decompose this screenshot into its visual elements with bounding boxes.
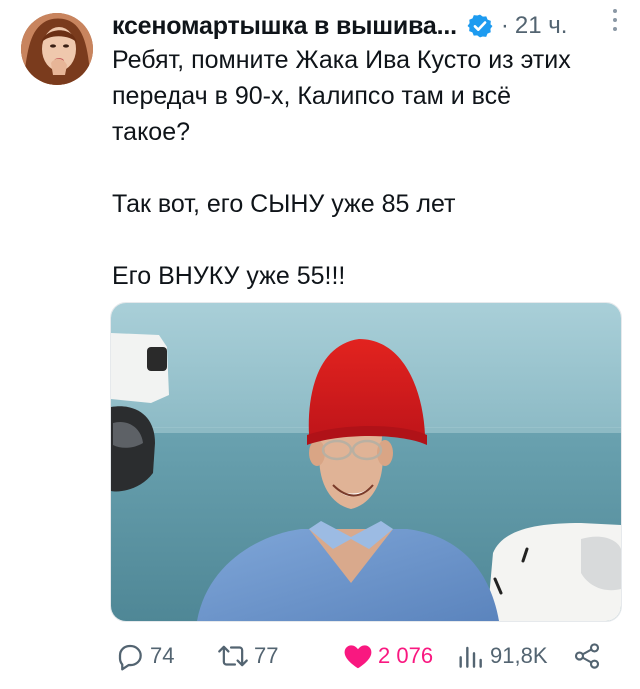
reply-count: 74 xyxy=(150,643,175,668)
tweet-photo[interactable] xyxy=(110,302,622,622)
views-count: 91,8K xyxy=(490,643,548,668)
retweet-icon xyxy=(218,645,248,667)
tweet-text-line: Так вот, его СЫНУ уже 85 лет xyxy=(112,190,456,218)
tweet-text: Ребят, помните Жака Ива Кусто из этих пе… xyxy=(112,42,622,294)
share-button[interactable] xyxy=(572,636,602,676)
views-icon xyxy=(459,646,482,668)
retweet-button[interactable]: 77 xyxy=(216,636,278,676)
tweet-text-line: такое? xyxy=(112,118,191,146)
avatar[interactable] xyxy=(21,13,93,85)
reply-icon xyxy=(118,644,142,671)
heart-icon xyxy=(344,645,372,669)
author-name[interactable]: ксеномартышка в вышива... xyxy=(112,12,457,41)
like-button[interactable]: 2 076 xyxy=(342,636,433,676)
reply-button[interactable]: 74 xyxy=(114,636,174,676)
photo-man-in-red-hat xyxy=(111,303,621,621)
tweet-text-line: Ребят, помните Жака Ива Кусто из этих xyxy=(112,46,571,74)
tweet-text-line: Его ВНУКУ уже 55!!! xyxy=(112,262,346,290)
tweet-text-line: передач в 90-х, Калипсо там и всё xyxy=(112,82,512,110)
like-count: 2 076 xyxy=(378,643,434,668)
verified-badge-icon xyxy=(467,14,493,38)
timestamp[interactable]: 21 ч. xyxy=(515,12,568,40)
retweet-count: 77 xyxy=(254,643,279,668)
tweet-header: ксеномартышка в вышива... · 21 ч. xyxy=(112,8,624,44)
share-icon xyxy=(574,643,600,669)
more-vertical-icon[interactable] xyxy=(610,6,620,34)
views-button[interactable]: 91,8K xyxy=(454,636,548,676)
avatar-image xyxy=(21,13,93,85)
action-bar: 74 77 2 076 91,8K xyxy=(110,636,610,676)
separator-dot: · xyxy=(500,12,509,39)
